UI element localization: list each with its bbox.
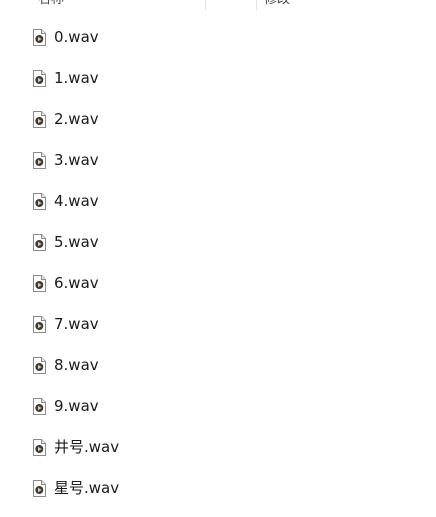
file-name: 5.wav <box>54 233 99 251</box>
audio-file-icon <box>33 111 46 128</box>
file-name: 星号.wav <box>54 479 120 497</box>
file-name: 0.wav <box>54 28 99 46</box>
file-row[interactable]: 2.wav <box>0 99 436 140</box>
file-name: 9.wav <box>54 397 99 415</box>
file-row[interactable]: 5.wav <box>0 222 436 263</box>
file-name: 2.wav <box>54 110 99 128</box>
file-row[interactable]: 6.wav <box>0 263 436 304</box>
audio-file-icon <box>33 480 46 497</box>
column-header-name[interactable]: 名称 <box>38 0 64 10</box>
file-row[interactable]: 井号.wav <box>0 427 436 468</box>
file-row[interactable]: 7.wav <box>0 304 436 345</box>
list-bottom-edge <box>0 512 436 517</box>
file-row[interactable]: 0.wav <box>0 17 436 58</box>
audio-file-icon <box>33 316 46 333</box>
file-name: 4.wav <box>54 192 99 210</box>
audio-file-icon <box>33 70 46 87</box>
file-explorer-window: 名称 修改 0.wav 1.wav 2.wav 3.wav 4.wav 5.wa… <box>0 0 436 517</box>
column-divider[interactable] <box>205 0 206 10</box>
audio-file-icon <box>33 152 46 169</box>
file-name: 3.wav <box>54 151 99 169</box>
audio-file-icon <box>33 29 46 46</box>
file-name: 6.wav <box>54 274 99 292</box>
audio-file-icon <box>33 398 46 415</box>
audio-file-icon <box>33 193 46 210</box>
audio-file-icon <box>33 234 46 251</box>
column-divider[interactable] <box>256 0 257 10</box>
file-name: 井号.wav <box>54 438 120 456</box>
file-row[interactable]: 3.wav <box>0 140 436 181</box>
file-name: 8.wav <box>54 356 99 374</box>
column-header-bar: 名称 修改 <box>0 0 436 10</box>
file-row[interactable]: 8.wav <box>0 345 436 386</box>
file-row[interactable]: 1.wav <box>0 58 436 99</box>
audio-file-icon <box>33 357 46 374</box>
audio-file-icon <box>33 275 46 292</box>
audio-file-icon <box>33 439 46 456</box>
file-name: 1.wav <box>54 69 99 87</box>
file-row[interactable]: 星号.wav <box>0 468 436 509</box>
file-name: 7.wav <box>54 315 99 333</box>
file-row[interactable]: 4.wav <box>0 181 436 222</box>
column-header-date[interactable]: 修改 <box>264 0 290 10</box>
file-list: 0.wav 1.wav 2.wav 3.wav 4.wav 5.wav 6.wa… <box>0 17 436 509</box>
file-row[interactable]: 9.wav <box>0 386 436 427</box>
